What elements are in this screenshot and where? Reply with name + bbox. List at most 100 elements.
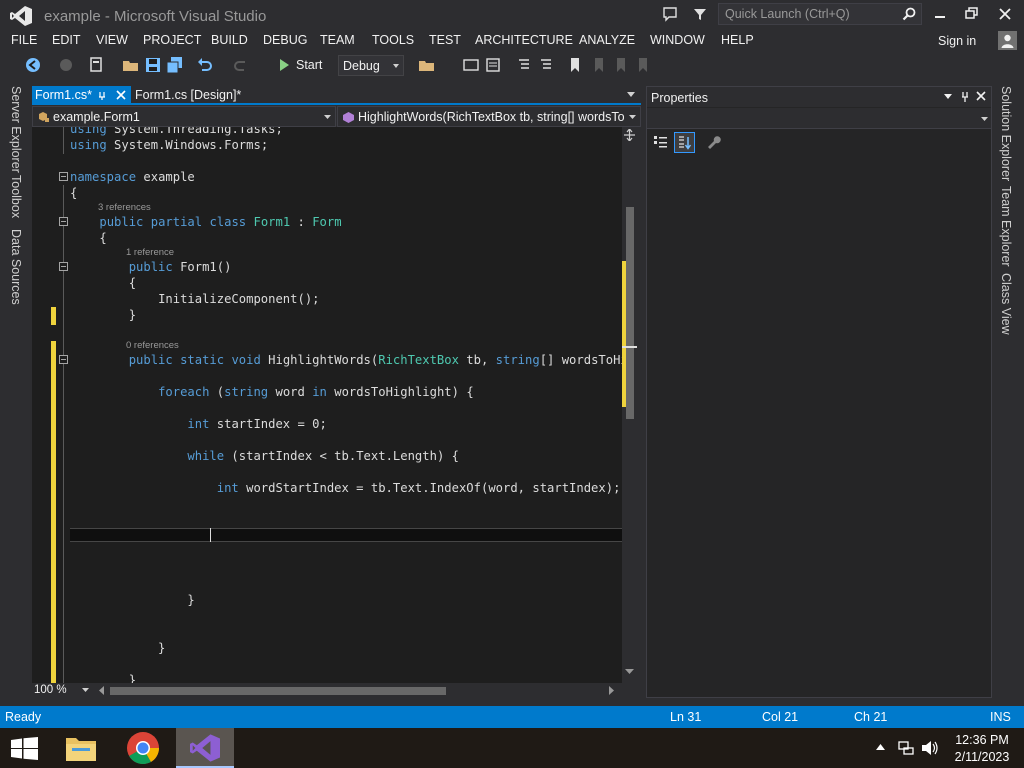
alphabetical-view-button[interactable] [674, 132, 695, 153]
feedback-icon[interactable] [661, 5, 679, 23]
menu-architecture[interactable]: ARCHITECTURE [475, 33, 573, 47]
save-icon[interactable] [144, 56, 162, 74]
codelens-references[interactable]: 0 references [126, 340, 179, 351]
user-avatar-icon[interactable] [998, 31, 1017, 50]
clock-date[interactable]: 2/11/2023 [950, 750, 1014, 764]
title-bar: example - Microsoft Visual Studio [0, 0, 1024, 32]
menu-view[interactable]: VIEW [96, 33, 128, 47]
redo-icon[interactable] [232, 56, 250, 74]
class-icon [39, 112, 49, 122]
start-button[interactable]: Start [296, 58, 322, 72]
property-pages-wrench-icon[interactable] [705, 134, 721, 150]
scroll-right-arrow-icon[interactable] [609, 686, 615, 695]
minimize-button[interactable] [928, 3, 952, 25]
zoom-dropdown[interactable]: 100 % [32, 683, 94, 698]
restore-button[interactable] [960, 3, 984, 25]
class-view-tab[interactable]: Class View [999, 273, 1013, 335]
editor-vertical-scrollbar[interactable] [622, 127, 637, 683]
new-project-icon[interactable] [88, 56, 106, 74]
show-hidden-icons-chevron-icon[interactable] [876, 744, 885, 750]
file-explorer-icon[interactable] [62, 728, 100, 768]
next-bookmark-icon[interactable] [612, 56, 630, 74]
start-play-icon[interactable] [275, 56, 293, 74]
codelens-references[interactable]: 1 reference [126, 247, 174, 258]
code-line: using System.Windows.Forms; [70, 138, 269, 152]
find-in-files-icon[interactable] [418, 56, 436, 74]
menu-window[interactable]: WINDOW [650, 33, 705, 47]
collapse-region-icon[interactable] [59, 355, 68, 364]
network-icon[interactable] [898, 740, 914, 756]
comment-out-icon[interactable] [515, 56, 533, 74]
quick-launch[interactable] [718, 3, 922, 25]
split-window-icon[interactable] [624, 129, 635, 141]
pin-icon[interactable] [960, 91, 970, 102]
menu-test[interactable]: TEST [429, 33, 461, 47]
status-character: Ch 21 [854, 710, 888, 724]
type-dropdown-value: example.Form1 [53, 110, 140, 124]
taskbar-visual-studio-button[interactable] [176, 728, 234, 768]
previous-bookmark-icon[interactable] [590, 56, 608, 74]
menu-build[interactable]: BUILD [211, 33, 248, 47]
close-window-button[interactable] [993, 3, 1017, 25]
menu-project[interactable]: PROJECT [143, 33, 201, 47]
collapse-region-icon[interactable] [59, 262, 68, 271]
windows-start-icon[interactable] [11, 737, 38, 760]
search-icon[interactable] [901, 6, 917, 22]
editor-horizontal-scrollbar[interactable] [96, 683, 622, 698]
close-tab-icon[interactable] [116, 90, 126, 100]
server-explorer-tab[interactable]: Server Explorer [9, 86, 23, 173]
tab-form1-design[interactable]: Form1.cs [Design]* [131, 86, 271, 105]
tab-form1-cs[interactable]: Form1.cs* [32, 86, 131, 105]
categorized-view-icon[interactable] [653, 134, 669, 150]
sign-in-link[interactable]: Sign in [938, 34, 976, 48]
bookmark-icon[interactable] [566, 56, 584, 74]
solution-explorer-tab[interactable]: Solution Explorer [999, 86, 1013, 181]
tab-label: Form1.cs* [35, 88, 92, 102]
clear-bookmarks-icon[interactable] [634, 56, 652, 74]
volume-icon[interactable] [921, 740, 939, 756]
menu-team[interactable]: TEAM [320, 33, 355, 47]
open-file-icon[interactable] [122, 56, 140, 74]
type-dropdown[interactable]: example.Form1 [32, 106, 336, 127]
window-position-chevron-icon[interactable] [944, 94, 952, 99]
notifications-filter-icon[interactable] [691, 5, 709, 23]
team-explorer-tab[interactable]: Team Explorer [999, 186, 1013, 267]
pin-icon[interactable] [97, 90, 107, 100]
clock-time[interactable]: 12:36 PM [950, 733, 1014, 747]
data-sources-tab[interactable]: Data Sources [9, 229, 23, 305]
uncomment-icon[interactable] [537, 56, 555, 74]
scrollbar-thumb[interactable] [626, 207, 634, 419]
solution-configuration-dropdown[interactable]: Debug [338, 55, 404, 76]
object-selector-dropdown[interactable] [647, 108, 991, 129]
menu-analyze[interactable]: ANALYZE [579, 33, 635, 47]
undo-icon[interactable] [196, 56, 214, 74]
code-editor[interactable]: 3 references 1 reference 0 references us… [32, 127, 622, 683]
collapse-region-icon[interactable] [59, 217, 68, 226]
quick-launch-input[interactable] [725, 6, 895, 22]
menu-file[interactable]: FILE [11, 33, 37, 47]
save-all-icon[interactable] [166, 56, 184, 74]
menu-edit[interactable]: EDIT [52, 33, 80, 47]
navigate-forward-icon[interactable] [57, 56, 75, 74]
current-line-highlight [70, 528, 622, 542]
scroll-left-arrow-icon[interactable] [98, 686, 104, 695]
navigate-back-icon[interactable] [24, 56, 42, 74]
properties-window-icon[interactable] [484, 56, 502, 74]
changes-map-marker [622, 261, 626, 407]
codelens-references[interactable]: 3 references [98, 202, 151, 213]
scroll-down-arrow-icon[interactable] [625, 669, 634, 675]
scrollbar-thumb[interactable] [110, 687, 446, 695]
menu-debug[interactable]: DEBUG [263, 33, 307, 47]
tab-overflow-chevron-icon[interactable] [626, 92, 636, 98]
code-line: int startIndex = 0; [187, 417, 327, 431]
collapse-region-icon[interactable] [59, 172, 68, 181]
solution-explorer-icon[interactable] [462, 56, 480, 74]
toolbox-tab[interactable]: Toolbox [9, 175, 23, 218]
close-panel-icon[interactable] [976, 91, 986, 101]
chrome-icon[interactable] [124, 728, 162, 768]
menu-tools[interactable]: TOOLS [372, 33, 414, 47]
properties-toolbar [647, 131, 991, 155]
member-dropdown[interactable]: HighlightWords(RichTextBox tb, string[] … [337, 106, 641, 127]
menu-help[interactable]: HELP [721, 33, 754, 47]
menu-bar: FILE EDIT VIEW PROJECT BUILD DEBUG TEAM … [0, 31, 1024, 51]
